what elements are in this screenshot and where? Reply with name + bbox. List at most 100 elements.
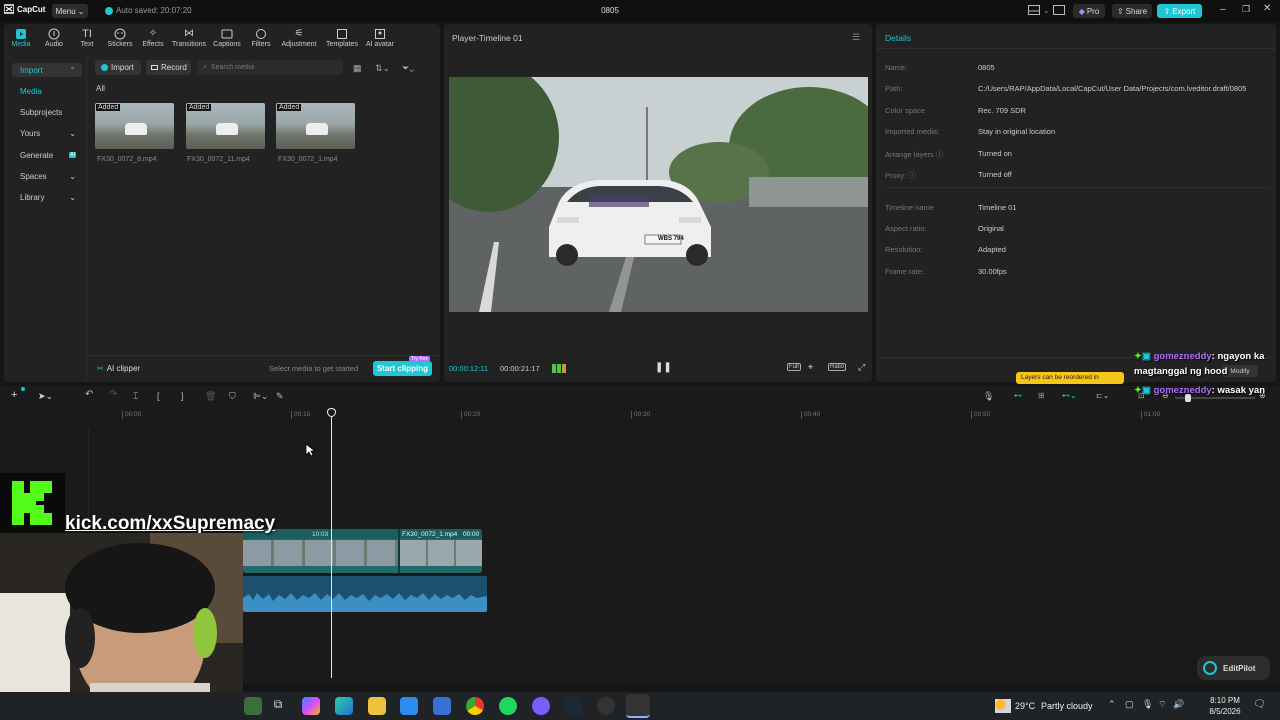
add-track-icon[interactable]: + — [11, 389, 17, 401]
adjustment-icon: ⚟ — [294, 28, 304, 39]
close-button[interactable]: ✕ — [1263, 3, 1271, 14]
tab-adjustment[interactable]: ⚟ Adjustment — [278, 28, 320, 48]
clock-date[interactable]: 8/5/2026 — [1205, 707, 1245, 716]
spotify-icon[interactable] — [499, 697, 517, 715]
notification-icon[interactable]: 🗨 — [1253, 699, 1266, 710]
freeze-icon[interactable]: ⊫⌄ — [253, 391, 268, 402]
fullscreen-icon[interactable]: ⤢ — [858, 362, 865, 373]
ratio-button[interactable]: Ratio — [828, 363, 847, 371]
network-icon[interactable]: ⌔ — [1158, 699, 1166, 710]
filter-all[interactable]: All — [96, 84, 105, 93]
chevron-up-icon: ⌃ — [69, 65, 76, 75]
clip-boundary — [398, 529, 400, 573]
clip-name-label: FX30_0072_1.mp4 — [402, 531, 458, 538]
sort-icon[interactable]: ⇅⌄ — [375, 63, 390, 74]
task-view-icon[interactable]: ⧉ — [269, 697, 287, 715]
chat-text: : wasak yan — [1211, 385, 1265, 396]
search-input[interactable]: ⌕ Search media — [197, 60, 343, 75]
export-button[interactable]: ⇧ Export — [1157, 4, 1202, 18]
file-explorer-icon[interactable] — [368, 697, 386, 715]
redo-icon: ↷ — [109, 389, 118, 400]
clock-time[interactable]: 8:10 PM — [1207, 696, 1243, 705]
added-badge: Added — [277, 104, 302, 111]
ai-clipper-button[interactable]: ✂ AI clipper — [97, 364, 140, 373]
import-button[interactable]: Import — [95, 60, 141, 75]
store-icon[interactable] — [400, 697, 418, 715]
trim-right-icon[interactable]: ] — [181, 391, 184, 401]
split-icon[interactable]: ⌶ — [133, 391, 138, 402]
select-tool-icon[interactable]: ➤⌄ — [38, 391, 53, 402]
full-button[interactable]: Full — [787, 363, 801, 371]
trim-left-icon[interactable]: [ — [157, 391, 160, 401]
weather-temp[interactable]: 29°C — [1015, 701, 1035, 711]
tab-text[interactable]: TI Text — [70, 28, 104, 48]
playhead[interactable] — [331, 408, 332, 678]
preview-axis-icon[interactable]: ⊏⌄ — [1096, 391, 1109, 400]
chat-message: ✦▣ gomezneddy: ngayon ka magtanggal ng h… — [1134, 349, 1280, 379]
discord-icon[interactable] — [532, 697, 550, 715]
edge-icon[interactable] — [335, 697, 353, 715]
layout-switcher[interactable]: ⌄ — [1028, 5, 1065, 15]
tab-effects[interactable]: ✧ Effects — [136, 28, 170, 48]
select-media-hint: Select media to get started — [269, 364, 359, 373]
audio-icon — [48, 28, 60, 40]
maximize-button[interactable]: ❐ — [1242, 4, 1250, 15]
copilot-icon[interactable] — [302, 697, 320, 715]
capcut-taskbar-icon[interactable] — [626, 694, 650, 718]
sidebar-item-subprojects[interactable]: Subprojects — [12, 105, 82, 119]
chrome-icon[interactable] — [466, 697, 484, 715]
tray-chevron-icon[interactable]: ⌃ — [1108, 699, 1116, 710]
sidebar-item-media[interactable]: Media — [12, 84, 82, 98]
mail-icon[interactable] — [433, 697, 451, 715]
mic-icon[interactable]: 🎙 — [1142, 699, 1153, 710]
menu-button[interactable]: Menu ⌄ — [52, 4, 88, 18]
kick-icon — [12, 481, 52, 525]
sidebar-item-generate[interactable]: Generate AI — [12, 148, 82, 162]
pro-button[interactable]: ◆ Pro — [1073, 4, 1105, 18]
view-toggle-icon[interactable]: ▦ — [353, 63, 362, 74]
sidebar-item-yours[interactable]: Yours ⌄ — [12, 126, 82, 140]
filter-icon[interactable]: ⏷⌄ — [402, 63, 414, 74]
templates-icon — [337, 29, 347, 39]
sidebar-item-import[interactable]: Import ⌃ — [12, 63, 82, 77]
auto-snap-icon[interactable]: ⊞ — [1038, 391, 1045, 400]
media-item-thumbnail[interactable]: Added — [276, 103, 355, 149]
main-track-magnet-icon[interactable]: ⊷ — [1014, 391, 1022, 400]
pause-button[interactable]: ❚❚ — [655, 362, 672, 373]
share-button[interactable]: ⇪ Share — [1112, 4, 1152, 18]
tab-transitions[interactable]: ⋈ Transitions — [170, 28, 208, 48]
shield-icon[interactable]: ⛉ — [229, 391, 236, 402]
tab-templates[interactable]: Templates — [322, 28, 362, 48]
tray-app-icon[interactable]: ▢ — [1125, 699, 1134, 710]
steam-icon[interactable] — [564, 697, 582, 715]
sidebar-item-library[interactable]: Library ⌄ — [12, 190, 82, 204]
volume-icon[interactable]: 🔊 — [1173, 699, 1184, 710]
weather-text[interactable]: Partly cloudy — [1041, 701, 1093, 711]
playhead-handle[interactable] — [327, 408, 336, 417]
start-clipping-button[interactable]: Start clipping — [373, 361, 432, 376]
record-button[interactable]: Record — [146, 60, 191, 75]
player-menu-icon[interactable]: ☰ — [852, 32, 860, 43]
draw-icon[interactable]: ✎ — [276, 391, 284, 402]
audio-clip[interactable] — [243, 576, 487, 612]
video-preview[interactable]: WBS 794 — [449, 77, 868, 312]
tab-stickers[interactable]: Stickers — [103, 28, 137, 48]
minimize-button[interactable]: – — [1220, 4, 1226, 15]
obs-icon[interactable] — [597, 697, 615, 715]
undo-icon[interactable]: ↶ — [85, 389, 93, 400]
tab-filters[interactable]: Filters — [244, 28, 278, 48]
screenshot-icon[interactable]: ⌖ — [808, 362, 813, 373]
tab-media[interactable]: Media — [4, 28, 38, 48]
tab-captions[interactable]: Captions — [210, 28, 244, 48]
tab-ai-avatar[interactable]: AI avatar — [360, 28, 400, 48]
microphone-icon[interactable]: 🎙 — [983, 391, 994, 402]
linkage-icon[interactable]: ⊷⌄ — [1062, 391, 1077, 400]
media-item-thumbnail[interactable]: Added — [186, 103, 265, 149]
taskbar-app-icon[interactable] — [244, 697, 262, 715]
chat-badge-icon: ✦ — [1134, 385, 1142, 396]
sidebar-item-spaces[interactable]: Spaces ⌄ — [12, 169, 82, 183]
media-item-thumbnail[interactable]: Added — [95, 103, 174, 149]
tab-audio[interactable]: Audio — [37, 28, 71, 48]
details-panel: Details Name: 0805 Path: C:/Users/RAP/AppD… — [876, 24, 1276, 384]
editpilot-button[interactable]: EditPilot — [1197, 656, 1270, 680]
